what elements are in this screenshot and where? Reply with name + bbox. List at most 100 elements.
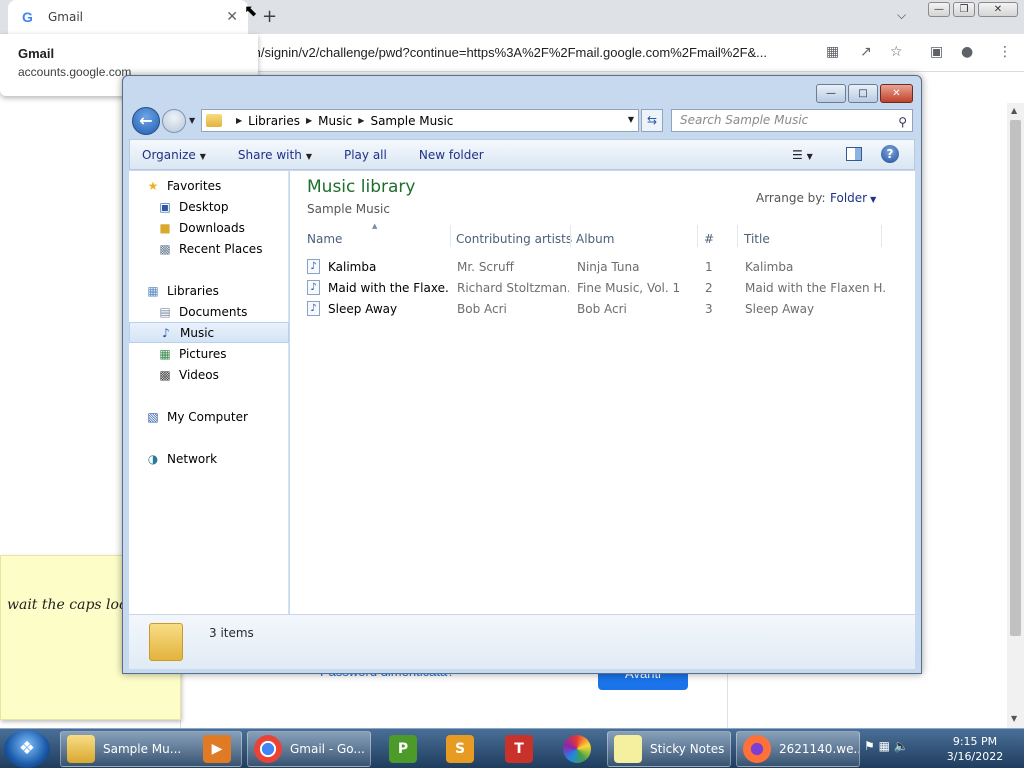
nav-videos[interactable]: ▩ Videos — [129, 364, 289, 385]
breadcrumb-libraries[interactable]: Libraries — [248, 114, 300, 128]
share-icon[interactable]: ↗ — [860, 44, 872, 60]
nav-documents[interactable]: ▤ Documents — [129, 301, 289, 322]
column-separator[interactable] — [450, 225, 451, 247]
taskbar-sticky-notes-button[interactable]: Sticky Notes — [607, 731, 731, 767]
firefox-icon — [743, 735, 771, 763]
file-album: Ninja Tuna — [577, 260, 640, 274]
play-all-button[interactable]: Play all — [344, 148, 387, 162]
column-separator[interactable] — [570, 225, 571, 247]
column-separator[interactable] — [697, 225, 698, 247]
scroll-up-arrow-icon[interactable]: ▲ — [1011, 106, 1017, 115]
pictures-icon: ▦ — [159, 346, 171, 361]
arrange-by-label: Arrange by: — [756, 191, 826, 205]
change-view-icon[interactable]: ☰ ▼ — [792, 148, 813, 162]
file-title: Sleep Away — [745, 302, 815, 316]
tray-icons[interactable]: ⚑ ▦ 🔈 — [864, 739, 909, 753]
column-header-contributing-artists[interactable]: Contributing artists — [456, 232, 572, 246]
downloads-folder-icon: ■ — [159, 220, 171, 235]
clock-date: 3/16/2022 — [946, 750, 1004, 763]
nav-downloads[interactable]: ■ Downloads — [129, 217, 289, 238]
search-input[interactable]: Search Sample Music ⚲ — [671, 109, 913, 132]
taskbar-chrome-button[interactable]: Gmail - Go... — [247, 731, 371, 767]
file-artist: Bob Acri — [457, 302, 507, 316]
nav-pictures[interactable]: ▦ Pictures — [129, 343, 289, 364]
search-icon[interactable]: ⚲ — [898, 112, 907, 133]
recent-pages-dropdown-icon[interactable]: ▼ — [189, 116, 195, 125]
organize-button[interactable]: Organize ▼ — [142, 148, 206, 162]
navigation-pane: ★ Favorites ▣ Desktop ■ Downloads ▩ Recent P… — [129, 171, 289, 614]
breadcrumb-music[interactable]: Music — [318, 114, 352, 128]
nav-desktop[interactable]: ▣ Desktop — [129, 196, 289, 217]
translate-icon[interactable]: ▦ — [826, 44, 839, 60]
google-icon: G — [22, 9, 33, 25]
file-name[interactable]: Kalimba — [328, 260, 448, 274]
column-separator[interactable] — [881, 225, 882, 247]
taskbar-app-t-button[interactable]: T — [498, 731, 538, 767]
file-row-sleep-away[interactable]: ♪ Sleep Away Bob Acri Bob Acri 3 Sleep A… — [302, 298, 902, 319]
chrome-tab-gmail[interactable]: G Gmail ✕ — [8, 0, 248, 34]
column-header-name[interactable]: Name — [307, 232, 342, 246]
new-folder-button[interactable]: New folder — [419, 148, 484, 162]
forward-button[interactable] — [162, 109, 186, 133]
column-header-album[interactable]: Album — [576, 232, 614, 246]
breadcrumb-arrow-icon[interactable]: ▶ — [236, 116, 242, 125]
refresh-button[interactable]: ⇆ — [641, 109, 663, 132]
media-player-icon: ▶ — [203, 735, 231, 763]
column-header-track-number[interactable]: # — [704, 232, 714, 246]
taskbar-app-s-button[interactable]: S — [439, 731, 479, 767]
chrome-minimize-button[interactable]: — — [928, 2, 950, 17]
tab-search-chevron-icon[interactable]: ⌵ — [897, 8, 906, 23]
documents-icon: ▤ — [159, 304, 171, 319]
breadcrumb-sample-music[interactable]: Sample Music — [370, 114, 453, 128]
file-row-kalimba[interactable]: ♪ Kalimba Mr. Scruff Ninja Tuna 1 Kalimb… — [302, 256, 902, 277]
bookmark-star-icon[interactable]: ☆ — [890, 44, 903, 60]
maximize-button[interactable]: □ — [848, 84, 878, 103]
taskbar-photos-button[interactable] — [556, 731, 596, 767]
chrome-close-button[interactable]: ✕ — [978, 2, 1018, 17]
nav-my-computer[interactable]: ▧ My Computer — [129, 406, 289, 427]
taskbar-firefox-button[interactable]: 2621140.we... — [736, 731, 860, 767]
address-bar[interactable]: m/signin/v2/challenge/pwd?continue=https… — [250, 41, 822, 65]
taskbar-app-p-button[interactable]: P — [382, 731, 422, 767]
file-name[interactable]: Sleep Away — [328, 302, 448, 316]
explorer-address-bar[interactable]: ▶ Libraries ▶ Music ▶ Sample Music ▼ — [201, 109, 639, 132]
nav-libraries[interactable]: ▦ Libraries — [129, 280, 289, 301]
side-panel-icon[interactable]: ▣ — [930, 44, 943, 60]
nav-recent-places[interactable]: ▩ Recent Places — [129, 238, 289, 259]
chrome-menu-icon[interactable]: ⋮ — [998, 44, 1012, 60]
pinwheel-icon — [563, 735, 591, 763]
address-dropdown-icon[interactable]: ▼ — [628, 115, 634, 124]
scroll-down-arrow-icon[interactable]: ▼ — [1011, 714, 1017, 723]
close-tab-icon[interactable]: ✕ — [226, 9, 238, 25]
back-button[interactable]: ← — [132, 107, 160, 135]
profile-avatar-icon[interactable]: ● — [961, 44, 973, 60]
help-icon[interactable]: ? — [881, 145, 899, 163]
nav-music[interactable]: ♪ Music — [129, 322, 289, 343]
file-row-kalimba[interactable] — [302, 332, 902, 353]
details-pane: 3 items — [129, 614, 915, 669]
folder-icon — [149, 623, 183, 661]
music-icon: ♪ — [162, 325, 170, 340]
network-icon: ◑ — [147, 451, 159, 466]
column-separator[interactable] — [737, 225, 738, 247]
nav-network[interactable]: ◑ Network — [129, 448, 289, 469]
taskbar-media-player-button[interactable]: ▶ — [196, 731, 232, 767]
nav-favorites[interactable]: ★ Favorites — [129, 175, 289, 196]
file-row-maid-with-the-flaxen[interactable]: ♪ Maid with the Flaxe... Richard Stoltzm… — [302, 277, 902, 298]
breadcrumb-arrow-icon[interactable]: ▶ — [306, 116, 312, 125]
chrome-restore-button[interactable]: ❐ — [953, 2, 975, 17]
arrange-by-dropdown[interactable]: Folder ▼ — [830, 191, 876, 205]
library-subtitle[interactable]: Sample Music — [307, 202, 390, 216]
clock[interactable]: 9:15 PM 3/16/2022 — [940, 734, 1010, 764]
preview-pane-icon[interactable] — [846, 147, 862, 161]
minimize-button[interactable]: — — [816, 84, 846, 103]
start-button[interactable]: ❖ — [4, 730, 50, 768]
command-bar: Organize ▼ Share with ▼ Play all New folde… — [129, 139, 915, 170]
share-with-button[interactable]: Share with ▼ — [238, 148, 312, 162]
close-button[interactable]: ✕ — [880, 84, 913, 103]
file-name[interactable]: Maid with the Flaxe... — [328, 281, 448, 295]
new-tab-button[interactable]: + — [262, 6, 277, 27]
column-header-title[interactable]: Title — [744, 232, 770, 246]
scrollbar-thumb[interactable] — [1010, 120, 1021, 636]
breadcrumb-arrow-icon[interactable]: ▶ — [358, 116, 364, 125]
